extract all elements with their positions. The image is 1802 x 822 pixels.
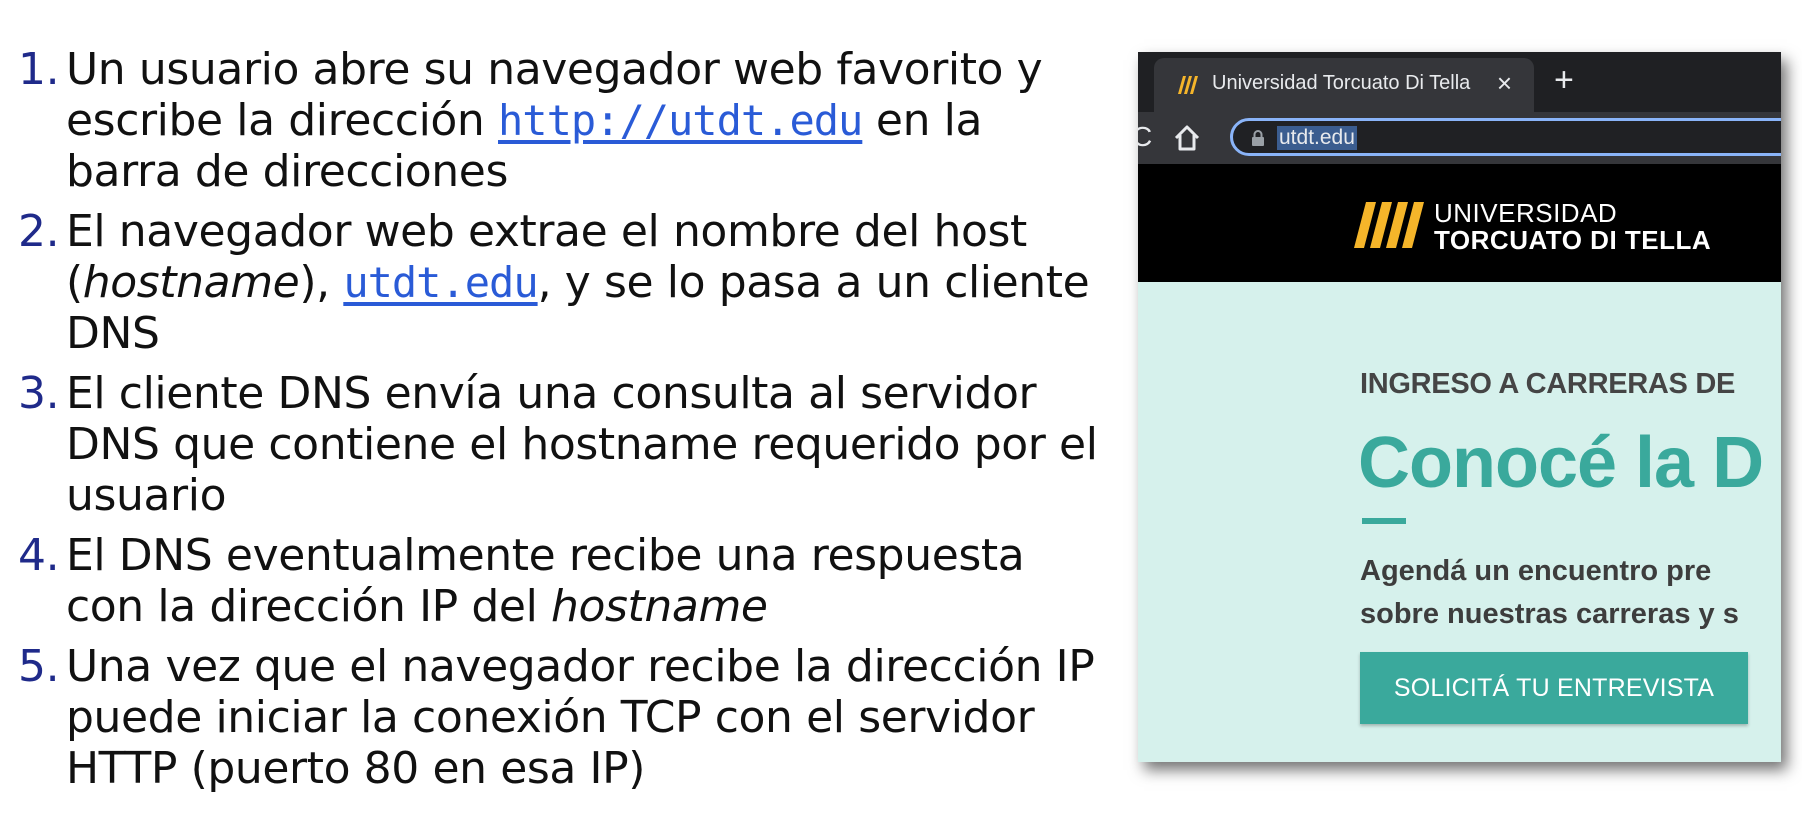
step-3: 3. El cliente DNS envía una consulta al … bbox=[18, 368, 1098, 521]
url-link[interactable]: http://utdt.edu bbox=[498, 96, 863, 145]
hero-body: Agendá un encuentro pre sobre nuestras c… bbox=[1360, 550, 1739, 636]
step-number: 2. bbox=[18, 206, 60, 257]
steps-list: 1. Un usuario abre su navegador web favo… bbox=[18, 44, 1098, 803]
step-4: 4. El DNS eventualmente recibe una respu… bbox=[18, 530, 1098, 632]
hostname-link[interactable]: utdt.edu bbox=[343, 258, 538, 307]
logo-text-line1: UNIVERSIDAD bbox=[1434, 198, 1618, 228]
step-emphasis: hostname bbox=[82, 257, 300, 308]
step-emphasis: hostname bbox=[551, 581, 768, 632]
lock-icon bbox=[1252, 130, 1264, 146]
hero-headline: Conocé la D bbox=[1358, 423, 1764, 503]
address-bar[interactable]: utdt.edu bbox=[1230, 118, 1781, 156]
request-interview-button[interactable]: SOLICITÁ TU ENTREVISTA bbox=[1360, 652, 1748, 724]
headline-underline bbox=[1362, 518, 1406, 524]
step-number: 3. bbox=[18, 368, 60, 419]
tab-title: Universidad Torcuato Di Tella bbox=[1212, 72, 1471, 94]
hero-kicker: INGRESO A CARRERAS DE bbox=[1360, 368, 1736, 400]
hero-body-line: Agendá un encuentro pre bbox=[1360, 555, 1712, 587]
tab-strip: Universidad Torcuato Di Tella × + bbox=[1138, 52, 1781, 112]
logo-text-line2: TORCUATO DI TELLA bbox=[1434, 225, 1712, 255]
step-2: 2. El navegador web extrae el nombre del… bbox=[18, 206, 1098, 359]
browser-tab[interactable]: Universidad Torcuato Di Tella × bbox=[1154, 58, 1534, 112]
utdt-stripes-icon bbox=[1178, 76, 1198, 94]
step-text: Una vez que el navegador recibe la direc… bbox=[66, 641, 1095, 794]
request-interview-label: SOLICITÁ TU ENTREVISTA bbox=[1393, 674, 1715, 702]
reload-icon[interactable]: C bbox=[1138, 122, 1152, 152]
home-icon[interactable] bbox=[1172, 124, 1202, 152]
step-number: 5. bbox=[18, 641, 60, 692]
hero-body-line: sobre nuestras carreras y s bbox=[1360, 598, 1739, 630]
hero-section: INGRESO A CARRERAS DE Conocé la D Agendá… bbox=[1138, 282, 1781, 762]
close-tab-icon[interactable]: × bbox=[1497, 68, 1512, 98]
url-text[interactable]: utdt.edu bbox=[1277, 126, 1357, 150]
step-number: 1. bbox=[18, 44, 60, 95]
browser-toolbar: C utdt.edu bbox=[1138, 112, 1781, 164]
new-tab-button[interactable]: + bbox=[1554, 62, 1574, 98]
step-text: ), bbox=[299, 257, 344, 308]
browser-window: Universidad Torcuato Di Tella × + C utdt… bbox=[1138, 52, 1781, 762]
utdt-logo-icon[interactable] bbox=[1354, 202, 1424, 248]
site-header: UNIVERSIDAD TORCUATO DI TELLA bbox=[1138, 164, 1781, 282]
step-text: El DNS eventualmente recibe una respuest… bbox=[66, 530, 1025, 632]
step-text: El cliente DNS envía una consulta al ser… bbox=[66, 368, 1098, 521]
step-number: 4. bbox=[18, 530, 60, 581]
step-5: 5. Una vez que el navegador recibe la di… bbox=[18, 641, 1098, 794]
step-1: 1. Un usuario abre su navegador web favo… bbox=[18, 44, 1098, 197]
